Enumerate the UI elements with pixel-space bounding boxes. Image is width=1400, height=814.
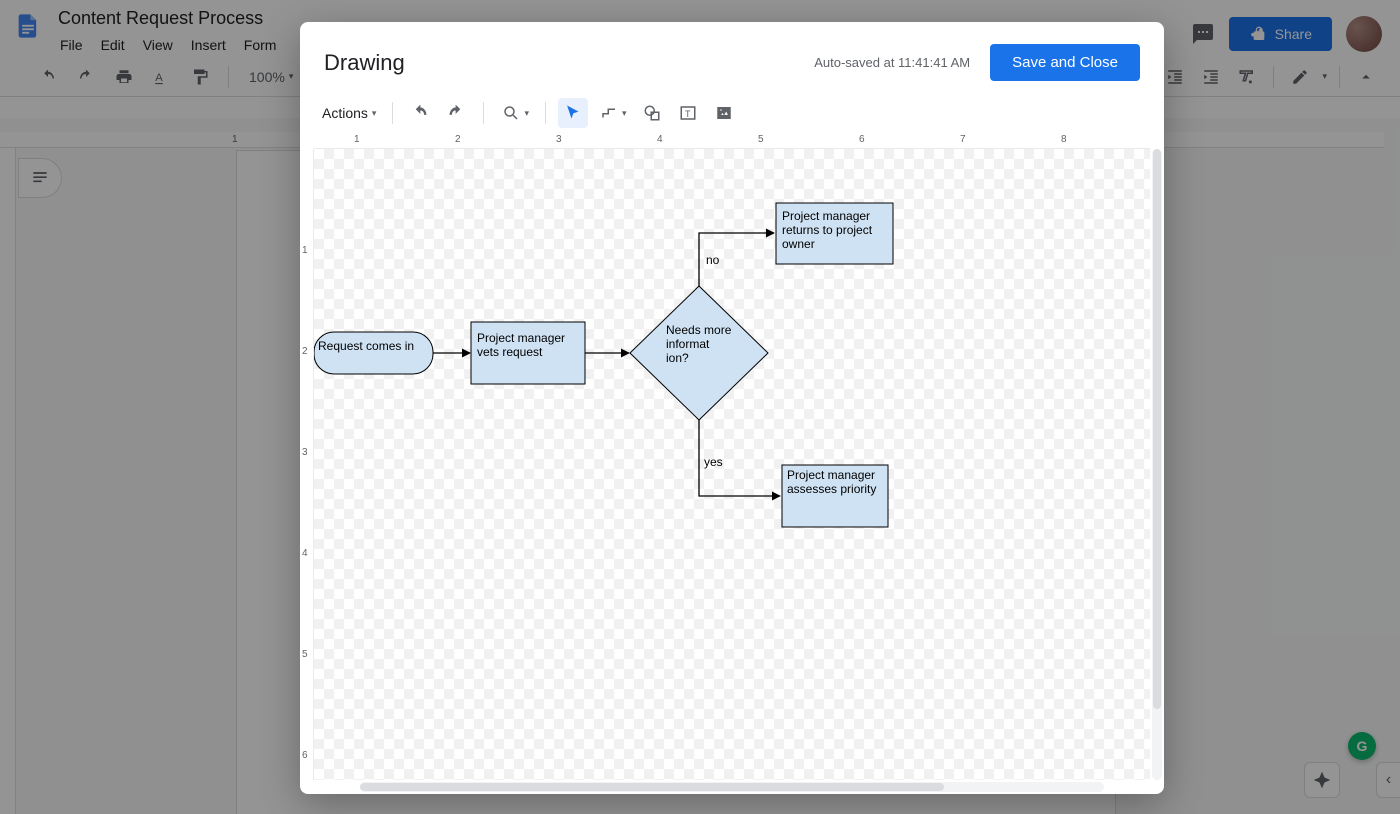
- textbox-tool-icon[interactable]: T: [673, 98, 703, 128]
- select-tool-icon[interactable]: [558, 98, 588, 128]
- drawing-dialog: Drawing Auto-saved at 11:41:41 AM Save a…: [300, 22, 1164, 794]
- shape-process-vet-text: Project manager vets request: [477, 331, 581, 359]
- redo-icon[interactable]: [441, 98, 471, 128]
- drawing-canvas[interactable]: Request comes in Project manager vets re…: [314, 149, 1150, 780]
- actions-menu[interactable]: Actions: [318, 101, 380, 125]
- canvas-vscrollbar[interactable]: [1152, 149, 1162, 780]
- image-tool-icon[interactable]: [709, 98, 739, 128]
- shape-tool-icon[interactable]: [637, 98, 667, 128]
- label-no: no: [706, 253, 736, 267]
- shape-decision-text: Needs more informat ion?: [666, 323, 732, 365]
- svg-text:T: T: [685, 109, 691, 119]
- drawing-title: Drawing: [324, 50, 405, 76]
- line-tool-icon[interactable]: [594, 98, 624, 128]
- drawing-canvas-wrap: 1 2 3 4 5 6 7 8 1 2 3 4 5 6: [300, 133, 1164, 794]
- shape-process-return-text: Project manager returns to project owner: [782, 209, 889, 251]
- autosave-status: Auto-saved at 11:41:41 AM: [814, 55, 970, 70]
- save-and-close-button[interactable]: Save and Close: [990, 44, 1140, 81]
- zoom-icon[interactable]: [496, 98, 526, 128]
- shape-terminator-text: Request comes in: [316, 339, 431, 353]
- label-yes: yes: [704, 455, 734, 469]
- canvas-hscrollbar[interactable]: [360, 782, 1104, 792]
- canvas-v-ruler[interactable]: 1 2 3 4 5 6: [300, 149, 314, 780]
- drawing-toolbar: Actions ▾ ▾ T: [300, 93, 1164, 133]
- zoom-caret[interactable]: ▾: [524, 108, 529, 119]
- undo-icon[interactable]: [405, 98, 435, 128]
- line-caret[interactable]: ▾: [622, 108, 627, 119]
- drawing-header: Drawing Auto-saved at 11:41:41 AM Save a…: [300, 22, 1164, 93]
- canvas-h-ruler[interactable]: 1 2 3 4 5 6 7 8: [314, 133, 1150, 149]
- shape-process-assess-text: Project manager assesses priority: [787, 468, 885, 496]
